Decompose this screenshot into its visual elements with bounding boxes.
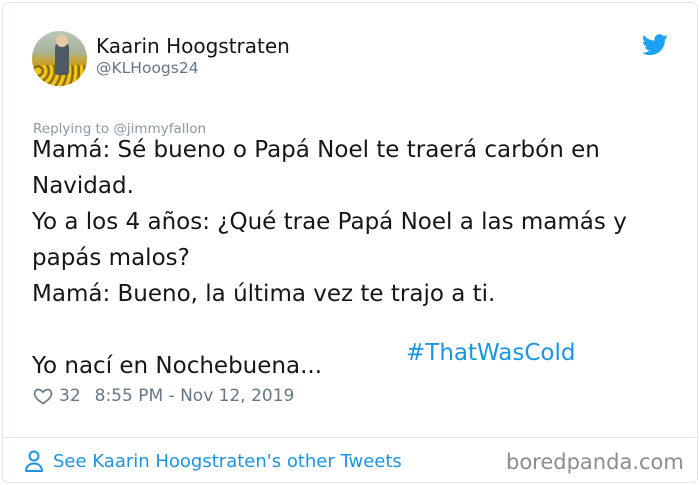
user-display-name[interactable]: Kaarin Hoogstraten: [96, 34, 290, 58]
other-tweets-link[interactable]: See Kaarin Hoogstraten's other Tweets: [24, 448, 402, 474]
hashtag-link[interactable]: #ThatWasCold: [406, 340, 575, 366]
heart-icon[interactable]: [33, 386, 53, 406]
footer-divider: [2, 437, 698, 438]
user-handle[interactable]: @KLHoogs24: [96, 59, 199, 77]
tweet-timestamp[interactable]: 8:55 PM - Nov 12, 2019: [95, 386, 295, 406]
tweet-meta: 32 8:55 PM - Nov 12, 2019: [33, 384, 294, 408]
twitter-bird-icon[interactable]: [642, 34, 668, 56]
avatar-head: [56, 35, 68, 47]
person-icon: [25, 450, 43, 472]
avatar[interactable]: [32, 31, 87, 86]
tweet-text: Mamá: Sé bueno o Papá Noel te traerá car…: [32, 137, 627, 379]
other-tweets-label[interactable]: See Kaarin Hoogstraten's other Tweets: [53, 451, 402, 472]
watermark: boredpanda.com: [506, 450, 684, 474]
like-count: 32: [59, 386, 81, 406]
